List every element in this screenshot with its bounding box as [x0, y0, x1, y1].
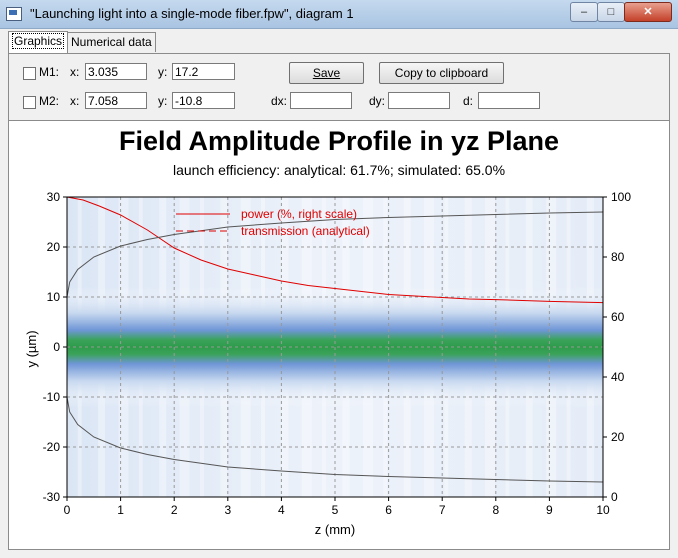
legend-label-power: power (%, right scale) [241, 207, 357, 221]
x-tick-label: 3 [224, 503, 231, 517]
y-tick-label: 0 [53, 340, 60, 354]
m1-x-field[interactable]: 3.035 [85, 63, 147, 80]
y2-tick-label: 20 [611, 430, 625, 444]
y-tick-label: 30 [47, 190, 61, 204]
dx-field[interactable] [290, 92, 352, 109]
marker-panel: M1: x: 3.035 y: 17.2 Save Copy to clipbo… [8, 53, 670, 121]
save-button-label: Save [312, 66, 341, 80]
x-tick-label: 6 [385, 503, 392, 517]
m1-y-field[interactable]: 17.2 [172, 63, 235, 80]
tab-graphics-label: Graphics [12, 33, 65, 49]
dx-label: dx: [271, 94, 288, 108]
dy-field[interactable] [388, 92, 450, 109]
window-title: "Launching light into a single-mode fibe… [30, 6, 354, 21]
m1-label: M1: [39, 65, 60, 79]
y2-tick-label: 60 [611, 310, 625, 324]
m1-x-label: x: [70, 65, 80, 79]
x-tick-label: 8 [492, 503, 499, 517]
y2-tick-label: 40 [611, 370, 625, 384]
x-tick-label: 4 [278, 503, 285, 517]
d-field[interactable] [478, 92, 540, 109]
m1-y-label: y: [158, 65, 168, 79]
m1-checkbox[interactable] [23, 67, 36, 80]
copy-to-clipboard-button[interactable]: Copy to clipboard [379, 62, 504, 84]
save-button[interactable]: Save [289, 62, 364, 84]
chart-subtitle: launch efficiency: analytical: 61.7%; si… [173, 162, 505, 178]
tab-numerical-data[interactable]: Numerical data [67, 32, 156, 52]
x-tick-label: 9 [546, 503, 553, 517]
m2-y-label: y: [158, 94, 168, 108]
maximize-button[interactable]: □ [597, 2, 625, 22]
dy-label: dy: [369, 94, 386, 108]
m2-label: M2: [39, 94, 60, 108]
y-tick-label: 20 [47, 240, 61, 254]
close-button[interactable]: ✕ [624, 2, 672, 22]
x-tick-label: 2 [171, 503, 178, 517]
y-tick-label: -20 [43, 440, 61, 454]
title-bar[interactable]: "Launching light into a single-mode fibe… [0, 0, 678, 29]
diagram-window-icon[interactable] [6, 7, 22, 21]
y-tick-label: -10 [43, 390, 61, 404]
y2-tick-label: 100 [611, 190, 631, 204]
m2-x-field[interactable]: 7.058 [85, 92, 147, 109]
m2-checkbox[interactable] [23, 96, 36, 109]
field-amplitude-chart[interactable]: Field Amplitude Profile in yz Plane laun… [9, 121, 669, 549]
plot-area[interactable]: Field Amplitude Profile in yz Plane laun… [8, 120, 670, 550]
x-axis-label: z (mm) [315, 522, 355, 537]
y2-tick-label: 0 [611, 490, 618, 504]
legend-label-transmission: transmission (analytical) [241, 224, 370, 238]
m2-x-label: x: [70, 94, 80, 108]
application-window: "Launching light into a single-mode fibe… [0, 0, 678, 558]
x-tick-label: 5 [332, 503, 339, 517]
minimize-button[interactable]: – [570, 2, 598, 22]
m2-y-field[interactable]: -10.8 [172, 92, 235, 109]
x-tick-label: 7 [439, 503, 446, 517]
y-tick-label: 10 [47, 290, 61, 304]
x-tick-label: 10 [596, 503, 610, 517]
tab-graphics[interactable]: Graphics [8, 31, 69, 53]
x-tick-label: 0 [64, 503, 71, 517]
d-label: d: [463, 94, 474, 108]
copy-button-label: Copy to clipboard [394, 66, 489, 80]
y-tick-label: -30 [43, 490, 61, 504]
y2-tick-label: 80 [611, 250, 625, 264]
y-axis-label: y (µm) [24, 330, 39, 367]
chart-title: Field Amplitude Profile in yz Plane [119, 126, 559, 156]
x-tick-label: 1 [117, 503, 124, 517]
